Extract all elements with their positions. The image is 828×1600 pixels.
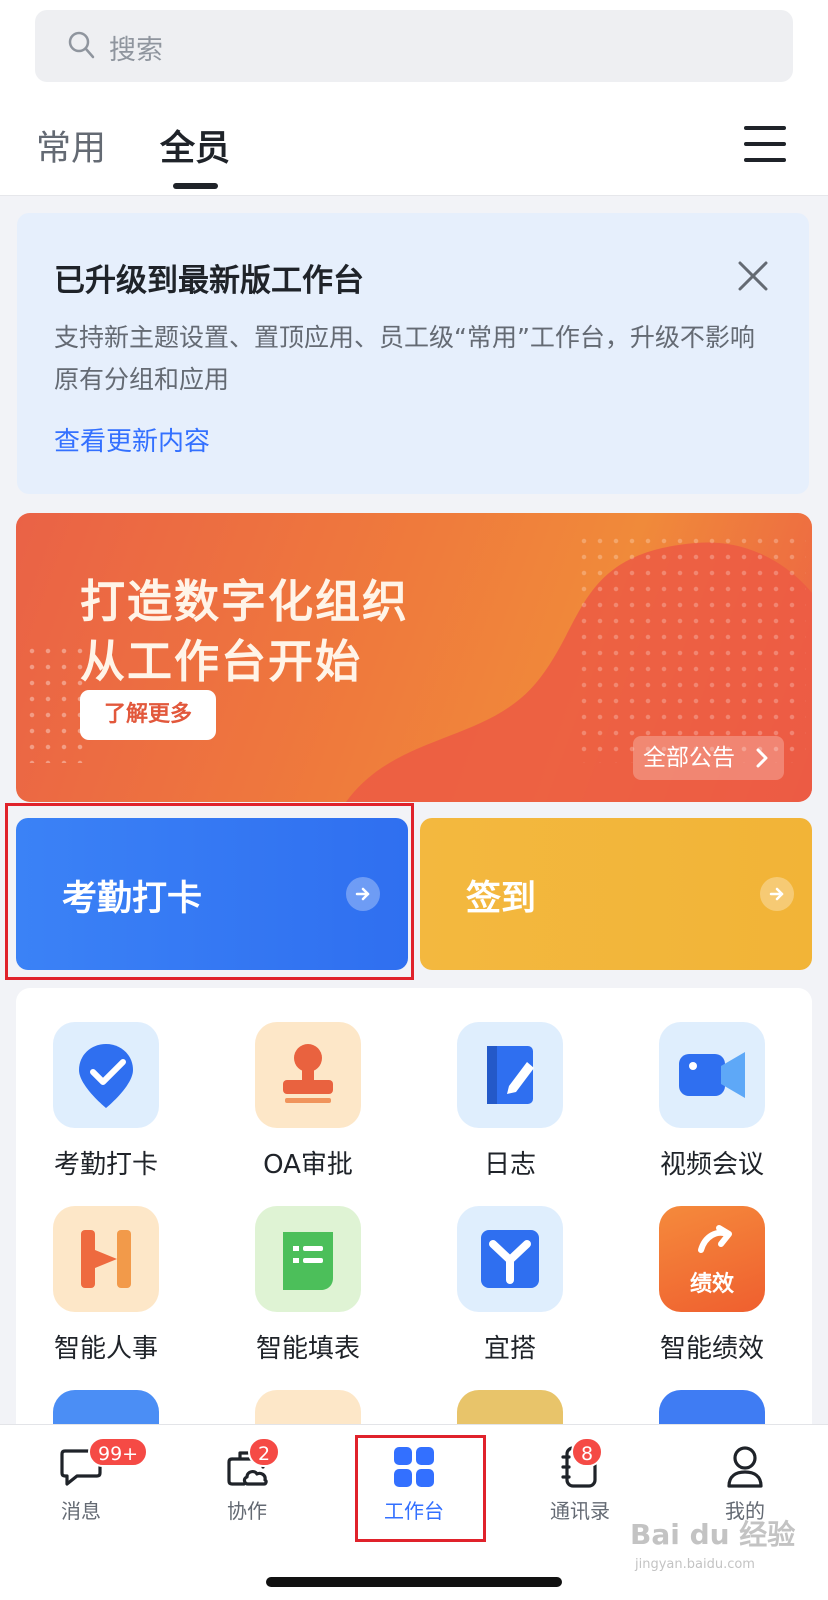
video-camera-icon — [659, 1022, 765, 1128]
apps-grid: 考勤打卡 OA审批 日志 视频会议 智能人事 智能填表 宜搭 绩效 智能绩效 — [16, 988, 812, 1448]
performance-icon: 绩效 — [659, 1206, 765, 1312]
app-label: 日志 — [483, 1150, 536, 1180]
highlight-box-workbench — [355, 1435, 486, 1542]
y-letter-icon — [457, 1206, 563, 1312]
app-label: 考勤打卡 — [53, 1150, 158, 1180]
app-smart-performance[interactable]: 绩效 智能绩效 — [622, 1206, 802, 1366]
app-label: 宜搭 — [483, 1334, 536, 1364]
watermark-url: jingyan.baidu.com — [635, 1557, 755, 1572]
badge-collaboration: 2 — [248, 1437, 281, 1467]
tab-all-staff[interactable]: 全员 — [160, 120, 230, 171]
h-letter-icon — [53, 1206, 159, 1312]
app-oa-approval[interactable]: OA审批 — [218, 1022, 398, 1182]
stamp-icon — [255, 1022, 361, 1128]
home-indicator[interactable] — [266, 1577, 562, 1587]
promo-banner[interactable]: 打造数字化组织 从工作台开始 了解更多 全部公告 — [16, 513, 812, 802]
highlight-box-attendance — [5, 803, 414, 980]
search-placeholder: 搜索 — [109, 35, 163, 66]
dot-pattern-left — [24, 643, 84, 763]
all-announcements-label: 全部公告 — [643, 745, 735, 771]
nav-collaboration[interactable]: 2 协作 — [172, 1425, 322, 1535]
badge-messages: 99+ — [88, 1437, 149, 1467]
dot-pattern — [576, 533, 806, 763]
app-label: OA审批 — [263, 1150, 353, 1180]
arrow-right-icon — [760, 877, 794, 911]
watermark-logo: Bai du 经验 — [630, 1518, 796, 1551]
sign-in-quick-label: 签到 — [466, 879, 537, 919]
badge-contacts: 8 — [571, 1437, 604, 1467]
form-sheet-icon — [255, 1206, 361, 1312]
learn-more-button[interactable]: 了解更多 — [80, 690, 216, 740]
chevron-right-icon — [756, 748, 768, 768]
app-video-meeting[interactable]: 视频会议 — [622, 1022, 802, 1182]
app-label: 视频会议 — [659, 1150, 764, 1180]
top-header: 搜索 常用 全员 — [0, 0, 828, 196]
view-updates-link[interactable]: 查看更新内容 — [54, 421, 210, 458]
app-attendance[interactable]: 考勤打卡 — [16, 1022, 196, 1182]
close-icon[interactable] — [735, 258, 771, 294]
menu-icon[interactable] — [744, 126, 786, 162]
upgrade-notice-card: 已升级到最新版工作台 支持新主题设置、置顶应用、员工级“常用”工作台，升级不影响… — [17, 213, 809, 494]
app-label: 智能绩效 — [659, 1334, 764, 1364]
banner-headline-1: 打造数字化组织 — [80, 575, 410, 628]
performance-icon-text: 绩效 — [689, 1272, 734, 1297]
all-announcements-button[interactable]: 全部公告 — [633, 736, 784, 780]
app-smart-hr[interactable]: 智能人事 — [16, 1206, 196, 1366]
nav-label: 消息 — [61, 1499, 101, 1523]
user-icon — [727, 1446, 763, 1488]
bottom-nav: 99+ 消息 2 协作 工作台 8 通讯录 我的 Bai du 经验 jingy… — [0, 1424, 828, 1600]
search-icon — [68, 31, 95, 59]
active-tab-indicator — [173, 183, 218, 189]
location-check-icon — [53, 1022, 159, 1128]
tab-common[interactable]: 常用 — [36, 120, 106, 171]
notice-description: 支持新主题设置、置顶应用、员工级“常用”工作台，升级不影响原有分组和应用 — [54, 323, 755, 394]
app-label: 智能填表 — [255, 1334, 360, 1364]
nav-messages[interactable]: 99+ 消息 — [6, 1425, 156, 1535]
nav-label: 协作 — [227, 1499, 267, 1523]
sign-in-quick-action[interactable]: 签到 — [420, 818, 812, 970]
app-label: 智能人事 — [53, 1334, 158, 1364]
notice-title: 已升级到最新版工作台 — [54, 263, 364, 299]
banner-headline-2: 从工作台开始 — [80, 635, 363, 688]
notebook-edit-icon — [457, 1022, 563, 1128]
app-smart-form[interactable]: 智能填表 — [218, 1206, 398, 1366]
app-log[interactable]: 日志 — [420, 1022, 600, 1182]
app-yida[interactable]: 宜搭 — [420, 1206, 600, 1366]
search-bar[interactable]: 搜索 — [35, 10, 793, 82]
